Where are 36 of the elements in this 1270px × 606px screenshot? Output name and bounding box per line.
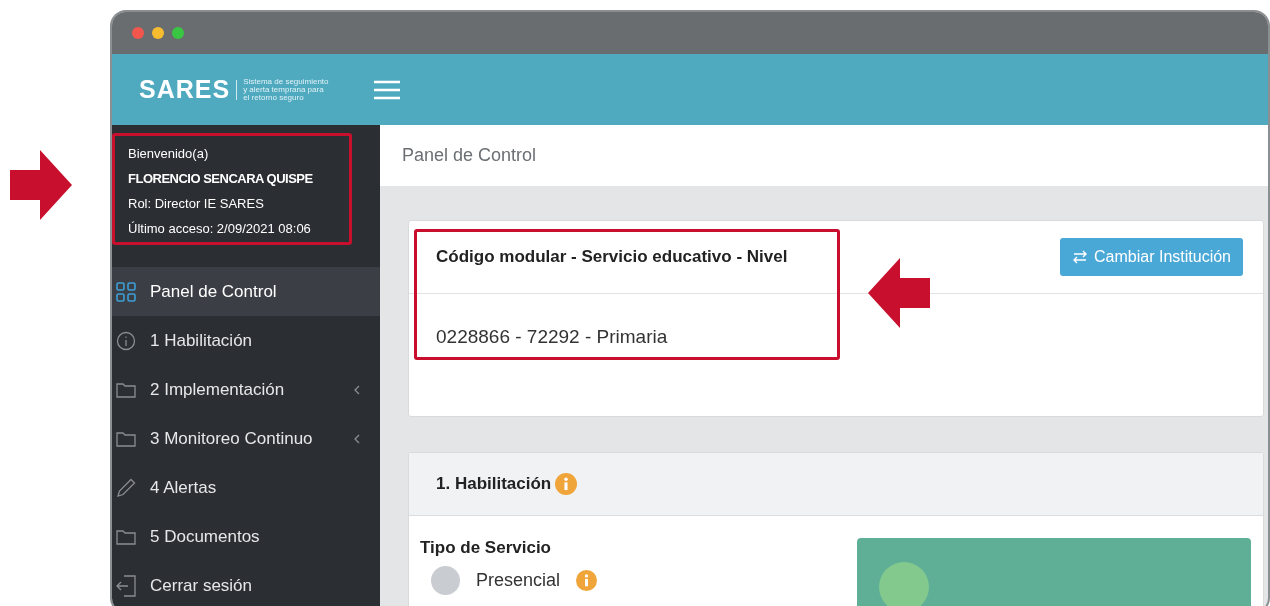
folder-icon (116, 527, 136, 546)
arrow-icon (10, 150, 72, 220)
option-label: Presencial (476, 570, 561, 591)
menu-icon[interactable] (374, 79, 400, 100)
sidebar-item[interactable]: 3 Monitoreo Continuo (112, 414, 380, 463)
info-icon[interactable] (555, 473, 578, 495)
radio-button[interactable] (431, 566, 460, 595)
sidebar-item[interactable]: 2 Implementación (112, 365, 380, 414)
user-role: Rol: Director IE SARES (128, 196, 265, 211)
minimize-dot[interactable] (152, 27, 164, 39)
maximize-dot[interactable] (172, 27, 184, 39)
grid-icon (116, 281, 136, 302)
last-access: Último acceso: 2/09/2021 08:06 (128, 221, 312, 236)
arrow-icon (868, 258, 930, 328)
folder-icon (116, 429, 136, 448)
sidebar-item[interactable]: Cerrar sesión (112, 561, 380, 606)
info-icon (116, 330, 136, 351)
swap-icon (1072, 250, 1089, 264)
brand-tagline: Sistema de seguimiento y alerta temprana para el retorno seguro (243, 77, 329, 102)
folder-icon (116, 380, 136, 399)
field-label: Tipo de Servicio (420, 538, 552, 558)
breadcrumb: Panel de Control (402, 145, 537, 166)
pencil-icon (116, 477, 136, 498)
info-icon[interactable] (576, 570, 598, 591)
sidebar-item[interactable]: 4 Alertas (112, 463, 380, 512)
sidebar-item[interactable]: 1 Habilitación (112, 316, 380, 365)
sidebar-item[interactable]: 5 Documentos (112, 512, 380, 561)
brand-name: SARES (139, 75, 231, 104)
logout-icon (116, 574, 136, 597)
close-dot[interactable] (132, 27, 144, 39)
institution-code: 0228866 - 72292 - Primaria (435, 325, 669, 348)
greeting: Bienvenido(a) (128, 146, 210, 161)
card-heading: Código modular - Servicio educativo - Nivel (436, 247, 788, 267)
sidebar-item[interactable]: Panel de Control (112, 267, 380, 316)
user-name: FLORENCIO SENCARA QUISPE (128, 171, 314, 186)
card-title: 1. Habilitación (436, 474, 552, 494)
